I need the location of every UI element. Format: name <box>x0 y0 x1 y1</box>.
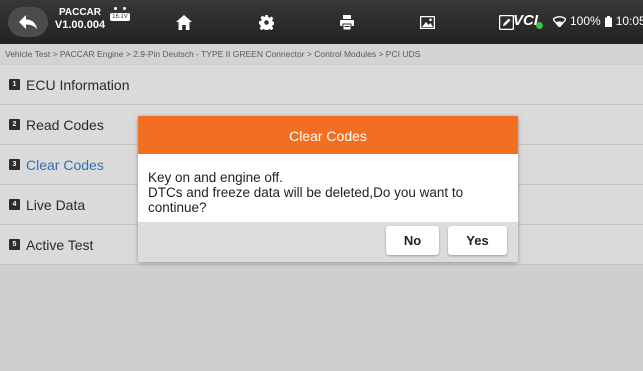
version-number: V1.00.004 <box>54 19 106 31</box>
menu-item-number: 1 <box>9 79 20 90</box>
menu-item-number: 2 <box>9 119 20 130</box>
home-icon <box>176 14 192 30</box>
no-button[interactable]: No <box>386 226 439 255</box>
printer-icon <box>340 14 354 30</box>
screenshot-button[interactable] <box>415 10 439 34</box>
menu-item-label: ECU Information <box>26 76 130 93</box>
dialog-message: Key on and engine off. DTCs and freeze d… <box>148 170 508 215</box>
menu-item-label: Read Codes <box>26 116 104 133</box>
settings-button[interactable] <box>254 10 278 34</box>
battery-percent: 100% <box>570 14 601 28</box>
top-toolbar: PACCAR V1.00.004 16.1V VCI 100% 10:05 <box>0 0 643 44</box>
software-version: PACCAR V1.00.004 <box>52 6 108 32</box>
print-button[interactable] <box>335 10 359 34</box>
menu-item-number: 5 <box>9 239 20 250</box>
back-button[interactable] <box>8 7 48 37</box>
wifi-icon <box>553 15 566 27</box>
home-button[interactable] <box>172 10 196 34</box>
breadcrumb: Vehicle Test > PACCAR Engine > 2.9-Pin D… <box>0 44 643 64</box>
vci-status: VCI <box>513 12 539 29</box>
menu-item-number: 4 <box>9 199 20 210</box>
gear-icon <box>258 14 274 30</box>
clock: 10:05 <box>615 14 643 28</box>
car-voltage-icon: 16.1V <box>110 7 130 21</box>
menu-item-label: Clear Codes <box>26 156 104 173</box>
back-arrow-icon <box>19 15 37 29</box>
battery-icon <box>604 15 612 27</box>
dialog-footer: No Yes <box>138 222 518 262</box>
voltage-badge: 16.1V <box>112 14 128 20</box>
edit-icon <box>498 14 514 30</box>
system-status: 100% 10:05 <box>553 14 643 28</box>
menu-item-ecu-information[interactable]: 1 ECU Information <box>0 65 643 105</box>
image-icon <box>419 15 435 29</box>
dialog-message-line2: DTCs and freeze data will be deleted,Do … <box>148 185 464 215</box>
dialog-message-line1: Key on and engine off. <box>148 170 283 185</box>
menu-item-label: Active Test <box>26 236 94 253</box>
menu-item-label: Live Data <box>26 196 86 213</box>
version-make: PACCAR <box>58 7 102 18</box>
vci-connected-indicator <box>536 22 543 29</box>
clear-codes-dialog: Clear Codes Key on and engine off. DTCs … <box>138 116 518 262</box>
yes-button[interactable]: Yes <box>448 226 507 255</box>
content-background <box>0 270 643 371</box>
dialog-title: Clear Codes <box>138 116 518 154</box>
menu-item-number: 3 <box>9 159 20 170</box>
